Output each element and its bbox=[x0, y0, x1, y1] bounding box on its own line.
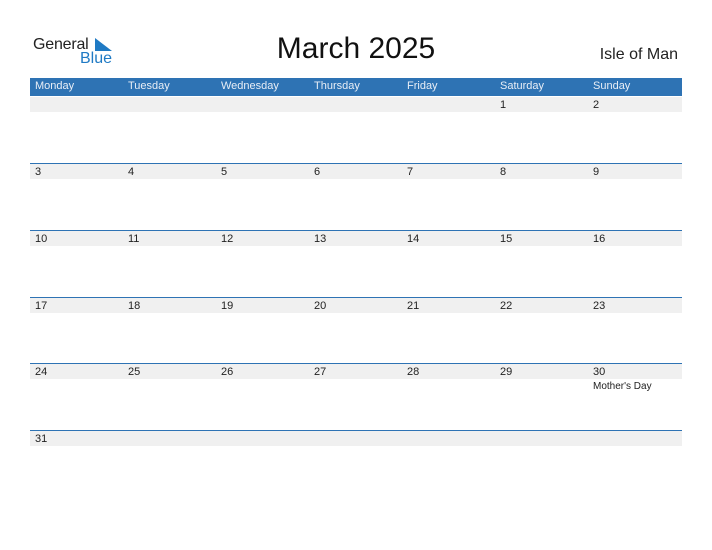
weekday-tuesday: Tuesday bbox=[128, 80, 170, 92]
day-number: 9 bbox=[593, 166, 600, 178]
day-number: 13 bbox=[314, 233, 327, 245]
day-number: 15 bbox=[500, 233, 513, 245]
day-number: 1 bbox=[500, 99, 507, 111]
day-number: 26 bbox=[221, 366, 234, 378]
day-number: 29 bbox=[500, 366, 513, 378]
day-number: 5 bbox=[221, 166, 228, 178]
day-number: 16 bbox=[593, 233, 606, 245]
day-number: 20 bbox=[314, 300, 327, 312]
day-number: 6 bbox=[314, 166, 321, 178]
day-number: 27 bbox=[314, 366, 327, 378]
day-number: 11 bbox=[128, 233, 140, 245]
holiday-event: Mother's Day bbox=[593, 381, 652, 392]
weekday-wednesday: Wednesday bbox=[221, 80, 279, 92]
day-number: 4 bbox=[128, 166, 135, 178]
weekday-monday: Monday bbox=[35, 80, 75, 92]
day-number: 22 bbox=[500, 300, 513, 312]
weekday-thursday: Thursday bbox=[314, 80, 360, 92]
day-number: 31 bbox=[35, 433, 48, 445]
day-number: 24 bbox=[35, 366, 48, 378]
day-number: 14 bbox=[407, 233, 420, 245]
day-number: 28 bbox=[407, 366, 420, 378]
day-number: 12 bbox=[221, 233, 234, 245]
day-number: 17 bbox=[35, 300, 48, 312]
date-strip bbox=[30, 97, 682, 112]
date-strip bbox=[30, 431, 682, 446]
day-number: 10 bbox=[35, 233, 48, 245]
day-number: 7 bbox=[407, 166, 414, 178]
region-label: Isle of Man bbox=[599, 46, 678, 63]
day-number: 18 bbox=[128, 300, 141, 312]
weekday-saturday: Saturday bbox=[500, 80, 545, 92]
day-number: 30 bbox=[593, 366, 606, 378]
weekday-sunday: Sunday bbox=[593, 80, 631, 92]
weekday-friday: Friday bbox=[407, 80, 438, 92]
day-number: 2 bbox=[593, 99, 600, 111]
day-number: 25 bbox=[128, 366, 141, 378]
day-number: 21 bbox=[407, 300, 420, 312]
day-number: 8 bbox=[500, 166, 507, 178]
weekday-header: Monday Tuesday Wednesday Thursday Friday Satu… bbox=[30, 78, 682, 96]
day-number: 19 bbox=[221, 300, 234, 312]
day-number: 23 bbox=[593, 300, 606, 312]
day-number: 3 bbox=[35, 166, 42, 178]
